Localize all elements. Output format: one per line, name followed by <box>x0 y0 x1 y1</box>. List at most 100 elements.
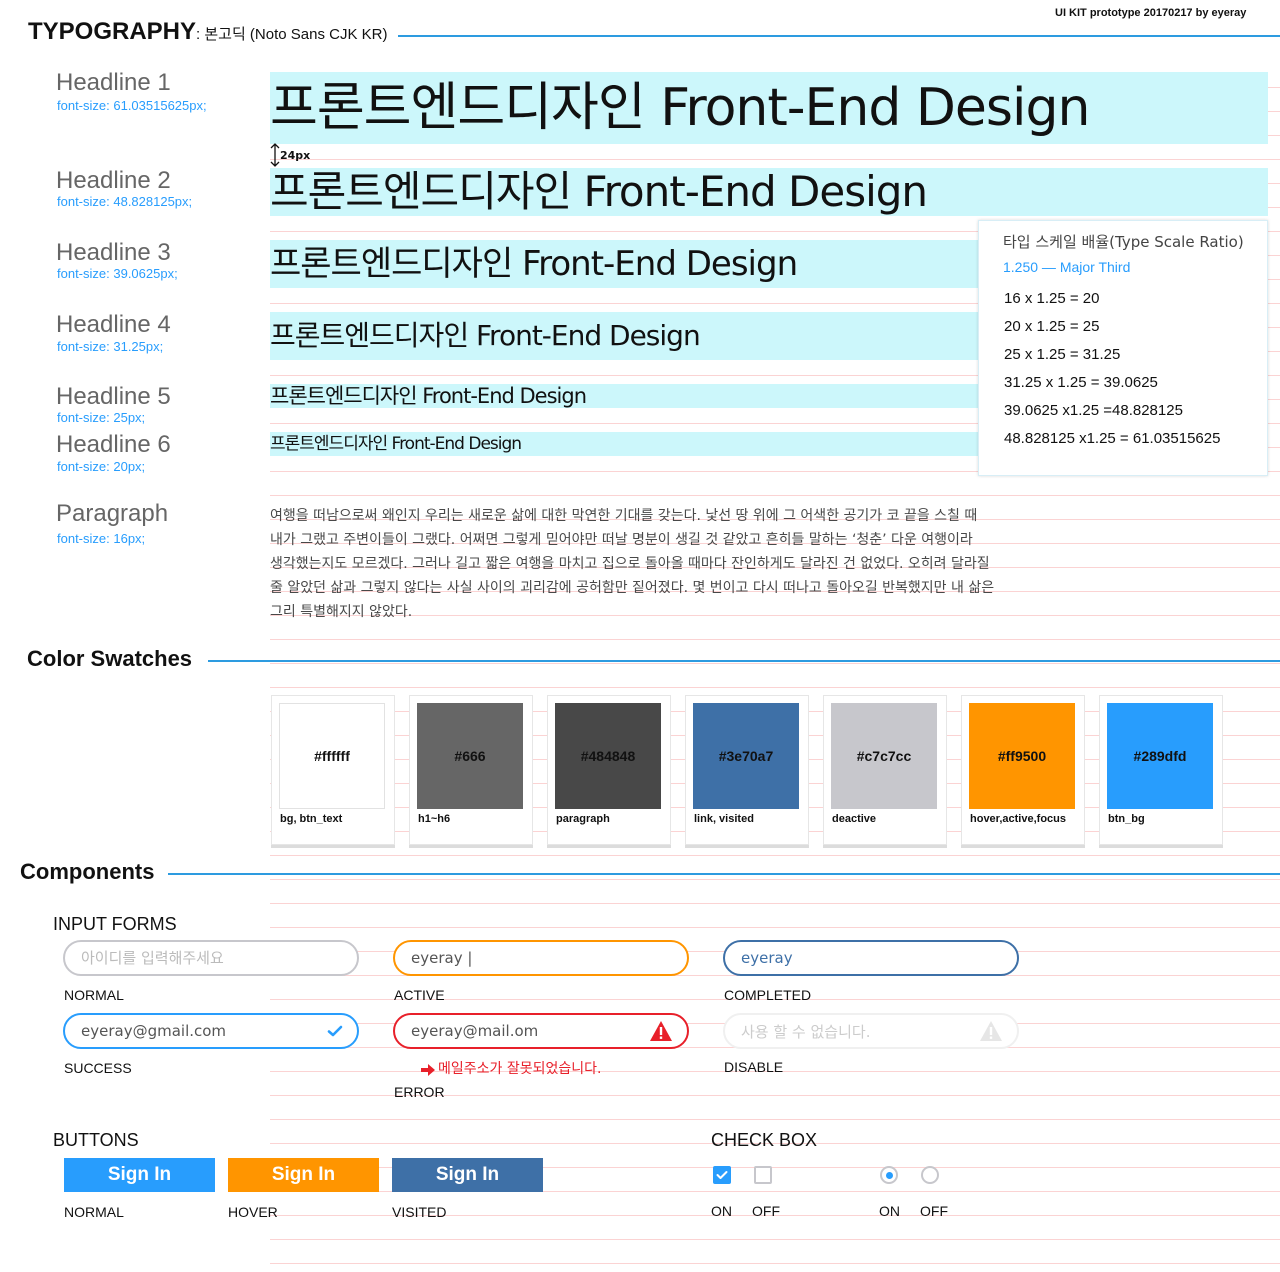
type-scale-line: 48.828125 x1.25 = 61.03515625 <box>1004 430 1221 447</box>
radio-dot <box>885 1171 893 1179</box>
button-normal-label: NORMAL <box>64 1204 124 1220</box>
swatch-white: #ffffff <box>279 703 385 809</box>
swatch-usage: btn_bg <box>1108 813 1145 825</box>
completed-input-value[interactable]: eyeray <box>741 949 793 967</box>
error-input-field[interactable]: eyeray@mail.om <box>393 1013 689 1049</box>
radio-unselected[interactable] <box>921 1166 939 1184</box>
components-title: Components <box>20 859 155 884</box>
error-input-value[interactable]: eyeray@mail.om <box>411 1022 538 1040</box>
paragraph-line: 생각했는지도 모르겠다. 그러나 길고 짧은 여행을 마치고 집으로 돌아올 때… <box>270 556 990 572</box>
checkbox-on-label: ON <box>711 1203 732 1219</box>
typography-title: TYPOGRAPHY: 본고딕 (Noto Sans CJK KR) <box>28 18 387 46</box>
success-input-field[interactable]: eyeray@gmail.com <box>63 1013 359 1049</box>
headline-5-label: Headline 5 <box>56 383 171 410</box>
color-swatches-rule <box>208 660 1280 662</box>
swatch-card: #ff9500 hover,active,focus <box>961 695 1085 845</box>
normal-input[interactable] <box>81 949 343 967</box>
sign-in-button-hover[interactable]: Sign In <box>228 1158 379 1192</box>
disabled-input-placeholder: 사용 할 수 없습니다. <box>741 1022 871 1041</box>
swatch-hex: #3e70a7 <box>718 748 774 764</box>
swatch-blue-link: #3e70a7 <box>693 703 799 809</box>
swatch-usage: h1~h6 <box>418 813 451 825</box>
swatch-gray-484848: #484848 <box>555 703 661 809</box>
type-scale-box: 타입 스케일 배율(Type Scale Ratio) 1.250 — Majo… <box>978 220 1268 476</box>
typography-heading: TYPOGRAPHY <box>28 18 197 45</box>
check-icon <box>327 1024 343 1038</box>
swatch-card: #ffffff bg, btn_text <box>271 695 395 845</box>
swatch-usage: link, visited <box>694 813 754 825</box>
completed-input-field[interactable]: eyeray <box>723 940 1019 976</box>
swatch-usage: bg, btn_text <box>280 813 343 825</box>
color-swatches-title: Color Swatches <box>27 646 193 671</box>
swatch-card: #666 h1~h6 <box>409 695 533 845</box>
swatch-card: #c7c7cc deactive <box>823 695 947 845</box>
headline-1-size: font-size: 61.03515625px; <box>57 98 207 113</box>
type-scale-line: 20 x 1.25 = 25 <box>1004 318 1100 335</box>
paragraph-line: 줄 알았던 삶과 그렇지 않다는 사실 사이의 괴리감에 공허함만 짙어졌다. … <box>270 580 995 596</box>
warning-icon <box>979 1020 1003 1042</box>
normal-input-field[interactable] <box>63 940 359 976</box>
typography-font-note: : 본고딕 (Noto Sans CJK KR) <box>196 26 388 43</box>
swatch-hex: #289dfd <box>1133 748 1187 764</box>
error-state-label: ERROR <box>394 1084 445 1100</box>
active-state-label: ACTIVE <box>394 987 445 1003</box>
swatch-hex: #666 <box>454 748 486 764</box>
type-scale-line: 25 x 1.25 = 31.25 <box>1004 346 1121 363</box>
headline-1-sample: 프론트엔드디자인 Front-End Design <box>270 72 1268 144</box>
swatch-hex: #ff9500 <box>997 748 1047 764</box>
radio-on-label: ON <box>879 1203 900 1219</box>
paragraph-label: Paragraph <box>56 500 169 527</box>
swatch-hex: #c7c7cc <box>856 748 912 764</box>
checkbox-checked[interactable] <box>713 1166 731 1184</box>
type-scale-line: 31.25 x 1.25 = 39.0625 <box>1004 374 1158 391</box>
paragraph-line: 그리 특별해지지 않았다. <box>270 604 413 620</box>
disable-state-label: DISABLE <box>724 1059 784 1075</box>
components-rule <box>168 873 1280 875</box>
warning-icon <box>649 1020 673 1042</box>
kit-credit: UI KIT prototype 20170217 by eyeray <box>1055 7 1247 19</box>
button-hover-label: HOVER <box>228 1204 278 1220</box>
error-message: 메일주소가 잘못되었습니다. <box>438 1061 602 1077</box>
headline-2-label: Headline 2 <box>56 167 171 194</box>
swatch-hex: #484848 <box>580 748 636 764</box>
active-input-field[interactable]: eyeray | <box>393 940 689 976</box>
checkbox-unchecked[interactable] <box>754 1166 772 1184</box>
swatch-usage: deactive <box>832 813 877 825</box>
swatch-usage: hover,active,focus <box>970 813 1066 825</box>
headline-6-size: font-size: 20px; <box>57 459 146 474</box>
checkbox-title: CHECK BOX <box>711 1130 818 1150</box>
swatch-card: #3e70a7 link, visited <box>685 695 809 845</box>
headline-2-size: font-size: 48.828125px; <box>57 194 193 209</box>
swatch-hex: #ffffff <box>314 748 350 764</box>
checkbox-off-label: OFF <box>752 1203 780 1219</box>
swatch-gray-deactive: #c7c7cc <box>831 703 937 809</box>
disabled-input-field: 사용 할 수 없습니다. <box>723 1013 1019 1049</box>
spacing-arrow-icon <box>270 143 280 167</box>
success-state-label: SUCCESS <box>64 1060 132 1076</box>
headline-3-label: Headline 3 <box>56 239 171 266</box>
buttons-title: BUTTONS <box>53 1130 139 1150</box>
typography-rule <box>398 35 1280 37</box>
headline-5-size: font-size: 25px; <box>57 410 146 425</box>
swatch-card: #289dfd btn_bg <box>1099 695 1223 845</box>
paragraph-line: 내가 그랬고 주변이들이 그랬다. 어쩌면 그렇게 믿어야만 떠날 명분이 생길… <box>270 532 973 548</box>
paragraph-size: font-size: 16px; <box>57 531 146 546</box>
success-input-value[interactable]: eyeray@gmail.com <box>81 1022 226 1040</box>
headline-4-label: Headline 4 <box>56 311 171 338</box>
headline-4-size: font-size: 31.25px; <box>57 339 164 354</box>
completed-state-label: COMPLETED <box>724 987 812 1003</box>
type-scale-line: 39.0625 x1.25 =48.828125 <box>1004 402 1183 419</box>
sign-in-button-visited[interactable]: Sign In <box>392 1158 543 1192</box>
button-visited-label: VISITED <box>392 1204 447 1220</box>
swatch-blue-button: #289dfd <box>1107 703 1213 809</box>
headline-3-size: font-size: 39.0625px; <box>57 266 178 281</box>
active-input-value[interactable]: eyeray | <box>411 949 472 967</box>
radio-off-label: OFF <box>920 1203 948 1219</box>
arrow-right-icon <box>421 1061 435 1080</box>
type-scale-ratio: 1.250 — Major Third <box>1003 259 1131 275</box>
type-scale-title: 타입 스케일 배율(Type Scale Ratio) <box>1003 233 1244 251</box>
swatch-card: #484848 paragraph <box>547 695 671 845</box>
headline-2-sample: 프론트엔드디자인 Front-End Design <box>270 168 1268 216</box>
radio-selected[interactable] <box>880 1166 898 1184</box>
sign-in-button-normal[interactable]: Sign In <box>64 1158 215 1192</box>
